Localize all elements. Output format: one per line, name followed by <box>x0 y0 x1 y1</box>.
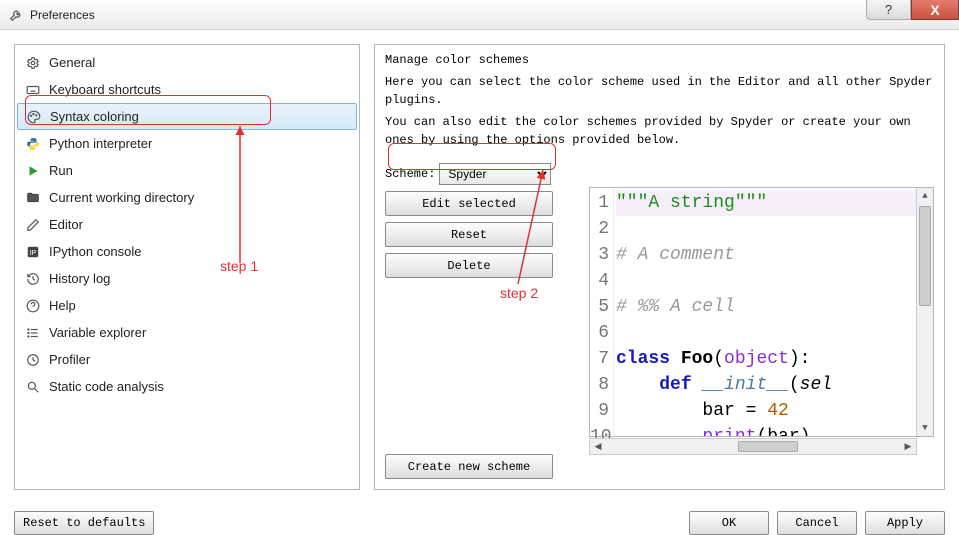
sidebar-item-label: Syntax coloring <box>50 109 139 124</box>
ok-button[interactable]: OK <box>689 511 769 535</box>
horizontal-scrollbar[interactable]: ◀ ▶ <box>589 438 917 455</box>
python-icon <box>25 136 41 152</box>
sidebar-item-label: Help <box>49 298 76 313</box>
titlebar: Preferences ? X <box>0 0 959 30</box>
titlebar-help-button[interactable]: ? <box>866 0 911 20</box>
scroll-thumb[interactable] <box>919 206 931 306</box>
hscroll-thumb[interactable] <box>738 441 798 452</box>
help-icon <box>25 298 41 314</box>
delete-scheme-button[interactable]: Delete <box>385 253 553 278</box>
sidebar-item-ipython-console[interactable]: IP IPython console <box>17 238 357 265</box>
edit-icon <box>25 217 41 233</box>
vertical-scrollbar[interactable]: ▲ ▼ <box>916 188 933 436</box>
panel-desc-2: You can also edit the color schemes prov… <box>385 113 934 149</box>
sidebar-item-label: IPython console <box>49 244 142 259</box>
scroll-down-icon[interactable]: ▼ <box>917 420 933 436</box>
scheme-label: Scheme: <box>385 167 435 181</box>
reset-defaults-button[interactable]: Reset to defaults <box>14 511 154 535</box>
sidebar-item-label: History log <box>49 271 110 286</box>
sidebar-item-label: Profiler <box>49 352 90 367</box>
sidebar-item-editor[interactable]: Editor <box>17 211 357 238</box>
panel-heading: Manage color schemes <box>385 53 934 67</box>
panel-desc-1: Here you can select the color scheme use… <box>385 73 934 109</box>
sidebar-item-current-working-directory[interactable]: Current working directory <box>17 184 357 211</box>
line-gutter: 12345678910 <box>590 188 614 436</box>
window-title: Preferences <box>30 8 95 22</box>
settings-panel: Manage color schemes Here you can select… <box>374 44 945 490</box>
sidebar-item-help[interactable]: Help <box>17 292 357 319</box>
sidebar-item-run[interactable]: Run <box>17 157 357 184</box>
sidebar-item-history-log[interactable]: History log <box>17 265 357 292</box>
code-area: """A string""" # A comment # %% A cell c… <box>614 188 916 436</box>
sidebar-item-keyboard-shortcuts[interactable]: Keyboard shortcuts <box>17 76 357 103</box>
sidebar-item-variable-explorer[interactable]: Variable explorer <box>17 319 357 346</box>
titlebar-close-button[interactable]: X <box>911 0 959 20</box>
scroll-up-icon[interactable]: ▲ <box>917 188 933 204</box>
svg-text:IP: IP <box>30 249 37 256</box>
scroll-left-icon[interactable]: ◀ <box>590 442 606 452</box>
scheme-select[interactable]: Spyder <box>439 163 551 185</box>
search-icon <box>25 379 41 395</box>
sidebar-item-label: Python interpreter <box>49 136 152 151</box>
edit-selected-button[interactable]: Edit selected <box>385 191 553 216</box>
sidebar-item-label: Run <box>49 163 73 178</box>
cancel-button[interactable]: Cancel <box>777 511 857 535</box>
sidebar-item-label: Editor <box>49 217 83 232</box>
apply-button[interactable]: Apply <box>865 511 945 535</box>
keyboard-icon <box>25 82 41 98</box>
sidebar-item-syntax-coloring[interactable]: Syntax coloring <box>17 103 357 130</box>
wrench-icon <box>8 7 24 23</box>
sidebar-item-label: Variable explorer <box>49 325 146 340</box>
play-icon <box>25 163 41 179</box>
create-scheme-button[interactable]: Create new scheme <box>385 454 553 479</box>
sidebar-item-label: General <box>49 55 95 70</box>
history-icon <box>25 271 41 287</box>
ipython-icon: IP <box>25 244 41 260</box>
sidebar-item-label: Keyboard shortcuts <box>49 82 161 97</box>
list-icon <box>25 325 41 341</box>
sidebar-item-label: Static code analysis <box>49 379 164 394</box>
category-list: General Keyboard shortcuts Syntax coloring… <box>14 44 360 490</box>
sidebar-item-profiler[interactable]: Profiler <box>17 346 357 373</box>
folder-icon <box>25 190 41 206</box>
clock-icon <box>25 352 41 368</box>
sidebar-item-python-interpreter[interactable]: Python interpreter <box>17 130 357 157</box>
sidebar-item-static-code-analysis[interactable]: Static code analysis <box>17 373 357 400</box>
gear-icon <box>25 55 41 71</box>
sidebar-item-general[interactable]: General <box>17 49 357 76</box>
dialog-button-bar: Reset to defaults OK Cancel Apply <box>0 507 959 527</box>
palette-icon <box>26 109 42 125</box>
sidebar-item-label: Current working directory <box>49 190 194 205</box>
reset-scheme-button[interactable]: Reset <box>385 222 553 247</box>
code-preview: 12345678910 """A string""" # A comment #… <box>589 187 934 437</box>
scroll-right-icon[interactable]: ▶ <box>900 442 916 452</box>
